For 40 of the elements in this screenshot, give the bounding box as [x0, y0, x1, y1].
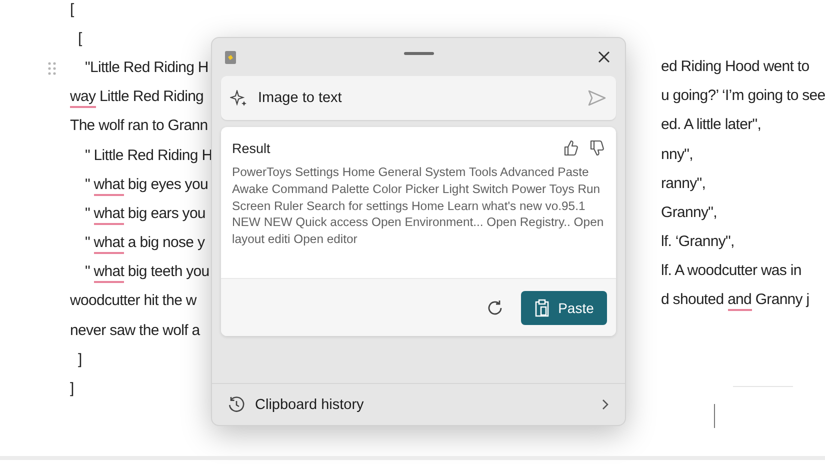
drag-handle-icon[interactable]: [48, 62, 56, 76]
text-line: "Little Red Riding H: [85, 58, 208, 78]
text-line: " what a big nose y: [85, 234, 205, 254]
clipboard-icon: [534, 298, 550, 316]
paste-button[interactable]: Paste: [521, 290, 607, 324]
prompt-option[interactable]: Image to text: [221, 76, 616, 120]
text-line: The wolf ran to Grann: [70, 117, 208, 136]
text-line: never saw the wolf a: [70, 322, 200, 341]
text-line: [: [78, 30, 82, 49]
text-line: Granny",: [661, 204, 717, 223]
text-line: " what big eyes you: [85, 176, 208, 196]
app-icon: [225, 50, 236, 64]
thumbs-up-icon[interactable]: [564, 140, 578, 156]
result-text: PowerToys Settings Home General System Tools Advanced Paste Awake Command Palette Color Picker Light Switch Power Toys Run Screen Ruler Search for settings Home Learn what's new vo.95.1 NEW NEW Quick access Open Environment... Open Registry.. Open layout editi Open editor: [232, 164, 604, 248]
text-line: way Little Red Riding: [70, 88, 204, 108]
text-line: u going?’ ‘I’m going to see: [661, 87, 825, 106]
history-icon: [228, 396, 245, 413]
refresh-button[interactable]: [486, 298, 504, 316]
text-line: ]: [78, 350, 82, 370]
text-line: lf. ‘Granny",: [661, 233, 734, 252]
refresh-icon: [486, 298, 504, 316]
text-line: nny",: [661, 146, 693, 165]
text-line: " what big ears you: [85, 204, 206, 225]
text-cursor: [714, 404, 715, 428]
text-line: ed Riding Hood went to: [661, 58, 810, 77]
text-line: woodcutter hit the w: [70, 292, 196, 312]
result-heading: Result: [232, 140, 270, 156]
clipboard-history-row[interactable]: Clipboard history: [212, 384, 625, 425]
text-line: lf. A woodcutter was in: [661, 262, 802, 282]
text-line: " what big teeth you: [85, 263, 210, 284]
text-line: d shouted and Granny j: [661, 291, 810, 314]
text-line: ed. A little later",: [661, 116, 762, 136]
sparkle-icon: [230, 90, 248, 106]
text-line: ]: [70, 380, 74, 400]
chevron-right-icon: [602, 399, 609, 410]
close-icon: [597, 50, 611, 64]
text-line: [: [70, 0, 74, 20]
close-button[interactable]: [597, 50, 611, 64]
text-line: ranny",: [661, 174, 706, 194]
thumbs-down-icon[interactable]: [590, 140, 604, 156]
